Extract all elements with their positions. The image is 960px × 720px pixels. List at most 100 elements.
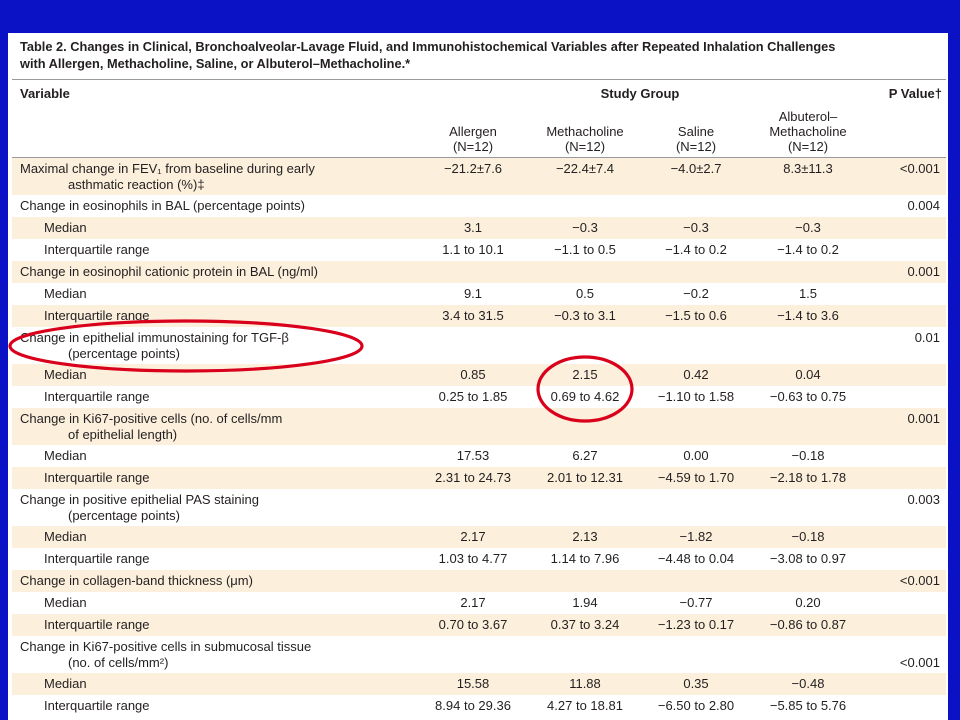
group-n: (N=12) [787, 139, 829, 154]
row-label: Median [44, 286, 87, 302]
table-row: Interquartile range 3.4 to 31.5 −0.3 to … [12, 305, 946, 327]
cell-albuterol-methacholine: −0.18 [791, 448, 825, 463]
table-row: Interquartile range 0.25 to 1.85 0.69 to… [12, 386, 946, 408]
table-row: Maximal change in FEV₁ from baseline dur… [12, 158, 946, 195]
row-label: Change in Ki67-positive cells in submuco… [20, 639, 311, 671]
row-label: Change in eosinophil cationic protein in… [20, 264, 318, 280]
row-label: Interquartile range [44, 617, 150, 633]
cell-albuterol-methacholine: 0.20 [795, 595, 821, 610]
row-label: Change in eosinophils in BAL (percentage… [20, 198, 305, 214]
table-row: Interquartile range 1.1 to 10.1 −1.1 to … [12, 239, 946, 261]
cell-p-value: 0.01 [914, 330, 940, 345]
row-label-line: Change in collagen-band thickness (μm) [20, 573, 253, 588]
row-label-continuation: (percentage points) [68, 346, 181, 361]
row-label-line: Median [44, 367, 87, 382]
row-label: Maximal change in FEV₁ from baseline dur… [20, 161, 315, 193]
table-row: Median 15.58 11.88 0.35 −0.48 [12, 673, 946, 695]
column-header-study-group: Study Group [600, 86, 680, 101]
row-label: Interquartile range [44, 698, 150, 714]
cell-albuterol-methacholine: 1.5 [798, 286, 818, 301]
table-row: Interquartile range 8.94 to 29.36 4.27 t… [12, 695, 946, 717]
table-row: Interquartile range 0.70 to 3.67 0.37 to… [12, 614, 946, 636]
cell-albuterol-methacholine: −1.4 to 3.6 [777, 308, 839, 323]
table-row: Interquartile range 1.03 to 4.77 1.14 to… [12, 548, 946, 570]
row-label: Median [44, 448, 87, 464]
row-label-line: Median [44, 220, 87, 235]
table-row: Median 2.17 2.13 −1.82 −0.18 [12, 526, 946, 548]
table-body: Maximal change in FEV₁ from baseline dur… [12, 158, 946, 717]
row-label-continuation: (percentage points) [68, 508, 181, 523]
table-title-line: Table 2. Changes in Clinical, Bronchoalv… [20, 39, 836, 54]
row-label: Median [44, 367, 87, 383]
row-label-line: Interquartile range [44, 308, 150, 323]
row-label-line: Change in epithelial immunostaining for … [20, 330, 289, 345]
table-row: Change in eosinophils in BAL (percentage… [12, 195, 946, 217]
group-n: (N=12) [675, 139, 717, 154]
group-name: Methacholine [546, 124, 624, 139]
cell-albuterol-methacholine: −3.08 to 0.97 [769, 551, 847, 566]
group-name: Albuterol– [778, 109, 838, 124]
row-label: Change in positive epithelial PAS staini… [20, 492, 259, 524]
cell-p-value: <0.001 [899, 655, 940, 670]
row-label: Interquartile range [44, 389, 150, 405]
table-row: Change in epithelial immunostaining for … [12, 327, 946, 364]
cell-p-value: <0.001 [899, 573, 940, 588]
cell-p-value: 0.001 [907, 411, 940, 426]
group-name: Saline [677, 124, 715, 139]
group-name: Allergen [449, 124, 497, 139]
row-label-line: Interquartile range [44, 470, 150, 485]
row-label-line: Change in positive epithelial PAS staini… [20, 492, 259, 507]
column-header-variable: Variable [20, 86, 70, 101]
cell-albuterol-methacholine: −5.85 to 5.76 [769, 698, 847, 713]
cell-p-value: 0.003 [907, 492, 940, 507]
group-n: (N=12) [564, 139, 606, 154]
row-label: Median [44, 676, 87, 692]
row-label-continuation: (no. of cells/mm²) [68, 655, 169, 670]
row-label-line: Median [44, 676, 87, 691]
row-label-continuation: of epithelial length) [68, 427, 178, 442]
cell-albuterol-methacholine: 8.3±11.3 [783, 161, 833, 176]
row-label-line: Change in eosinophils in BAL (percentage… [20, 198, 305, 213]
row-label: Change in collagen-band thickness (μm) [20, 573, 253, 589]
group-n: (N=12) [452, 139, 494, 154]
cell-p-value: 0.004 [907, 198, 940, 213]
group-name: Methacholine [769, 124, 847, 139]
row-label-line: Median [44, 286, 87, 301]
row-label-line: Maximal change in FEV₁ from baseline dur… [20, 161, 315, 176]
cell-albuterol-methacholine: −0.86 to 0.87 [769, 617, 847, 632]
row-label-continuation: asthmatic reaction (%)‡ [68, 177, 205, 192]
table-row: Change in collagen-band thickness (μm) <… [12, 570, 946, 592]
row-label: Median [44, 595, 87, 611]
table-row: Median 2.17 1.94 −0.77 0.20 [12, 592, 946, 614]
row-label-line: Median [44, 448, 87, 463]
row-label: Interquartile range [44, 551, 150, 567]
table-row: Median 17.53 6.27 0.00 −0.18 [12, 445, 946, 467]
table-row: Median 0.85 2.15 0.42 0.04 [12, 364, 946, 386]
cell-albuterol-methacholine: −0.18 [791, 529, 825, 544]
row-label-line: Interquartile range [44, 389, 150, 404]
cell-p-value: <0.001 [899, 161, 940, 176]
row-label-line: Interquartile range [44, 242, 150, 257]
row-label-line: Interquartile range [44, 551, 150, 566]
table-row: Change in Ki67-positive cells in submuco… [12, 636, 946, 673]
table-row: Median 9.1 0.5 −0.2 1.5 [12, 283, 946, 305]
row-label: Change in epithelial immunostaining for … [20, 330, 289, 362]
title-rule [12, 79, 946, 80]
cell-albuterol-methacholine: −1.4 to 0.2 [777, 242, 839, 257]
row-label: Median [44, 220, 87, 236]
table-title: Table 2. Changes in Clinical, Bronchoalv… [20, 38, 835, 72]
table-row: Change in positive epithelial PAS staini… [12, 489, 946, 526]
table-row: Change in eosinophil cationic protein in… [12, 261, 946, 283]
row-label-line: Median [44, 595, 87, 610]
group-header-albuterol-methacholine: Albuterol– Methacholine (N=12) [738, 108, 878, 154]
row-label-line: Change in eosinophil cationic protein in… [20, 264, 318, 279]
row-label-line: Change in Ki67-positive cells in submuco… [20, 639, 312, 654]
row-label: Interquartile range [44, 470, 150, 486]
cell-albuterol-methacholine: −0.63 to 0.75 [769, 389, 847, 404]
cell-albuterol-methacholine: −0.48 [791, 676, 825, 691]
table-row: Median 3.1 −0.3 −0.3 −0.3 [12, 217, 946, 239]
cell-albuterol-methacholine: 0.04 [795, 367, 821, 382]
row-label-line: Median [44, 529, 87, 544]
row-label-line: Change in Ki67-positive cells (no. of ce… [20, 411, 283, 426]
row-label: Interquartile range [44, 242, 150, 258]
